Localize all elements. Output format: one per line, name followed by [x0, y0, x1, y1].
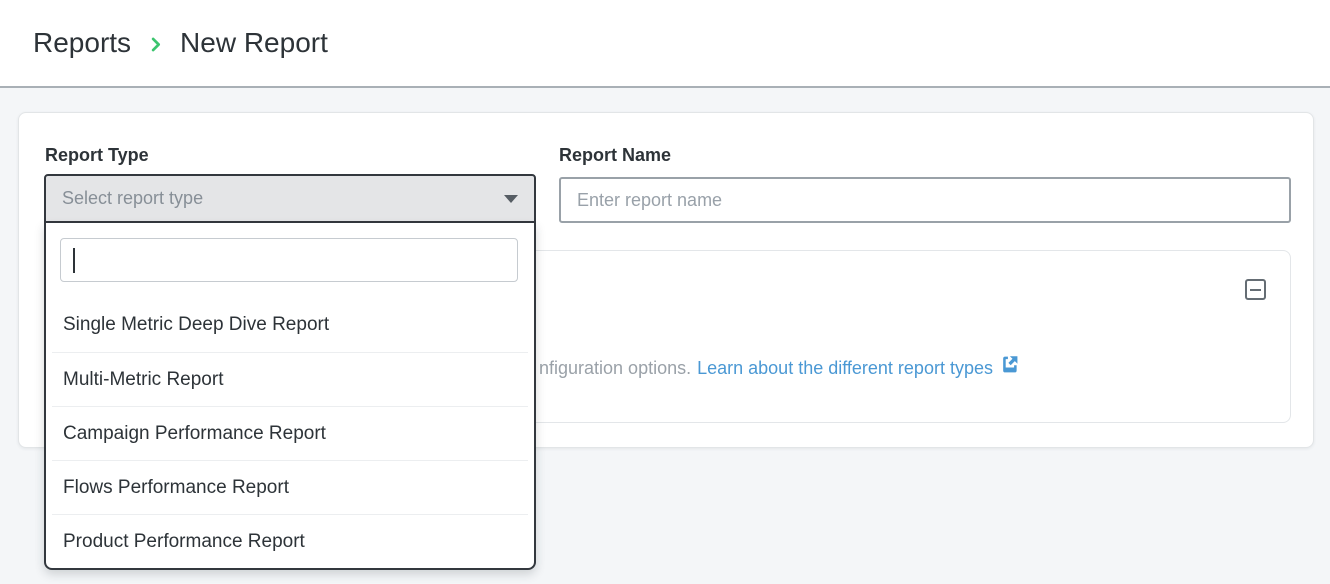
- learn-report-types-link-label: Learn about the different report types: [697, 356, 993, 381]
- dropdown-options: Single Metric Deep Dive Report Multi-Met…: [46, 298, 534, 568]
- page-header: Reports New Report: [0, 0, 1330, 88]
- report-type-label: Report Type: [45, 145, 149, 165]
- new-report-page: Reports New Report Report Type Report Na…: [0, 0, 1330, 584]
- page-title: New Report: [180, 27, 328, 59]
- text-cursor: [73, 248, 75, 273]
- minus-bar: [1250, 289, 1261, 291]
- caret-down-icon: [504, 195, 518, 203]
- dropdown-option[interactable]: Single Metric Deep Dive Report: [52, 298, 528, 352]
- dropdown-option[interactable]: Product Performance Report: [52, 514, 528, 568]
- report-type-placeholder: Select report type: [62, 188, 203, 209]
- learn-report-types-link[interactable]: Learn about the different report types: [697, 355, 1019, 381]
- dropdown-search-box: [60, 238, 518, 282]
- dropdown-option[interactable]: Flows Performance Report: [52, 460, 528, 514]
- report-name-label: Report Name: [559, 145, 671, 165]
- config-info-row: nfiguration options. Learn about the dif…: [539, 355, 1019, 381]
- report-name-input[interactable]: [559, 177, 1291, 223]
- report-type-select[interactable]: Select report type: [44, 174, 536, 223]
- dropdown-option[interactable]: Multi-Metric Report: [52, 352, 528, 406]
- report-type-combobox: Select report type Single Metric Deep Di…: [44, 174, 536, 223]
- breadcrumb-reports-link[interactable]: Reports: [33, 27, 131, 59]
- report-type-dropdown: Single Metric Deep Dive Report Multi-Met…: [44, 223, 536, 570]
- dropdown-search-input[interactable]: [61, 239, 517, 281]
- config-info-text: nfiguration options.: [539, 356, 691, 381]
- dropdown-option[interactable]: Campaign Performance Report: [52, 406, 528, 460]
- breadcrumb: Reports New Report: [33, 27, 328, 59]
- minus-square-icon[interactable]: [1245, 279, 1266, 300]
- external-link-icon: [1000, 355, 1019, 381]
- chevron-right-icon: [146, 35, 165, 54]
